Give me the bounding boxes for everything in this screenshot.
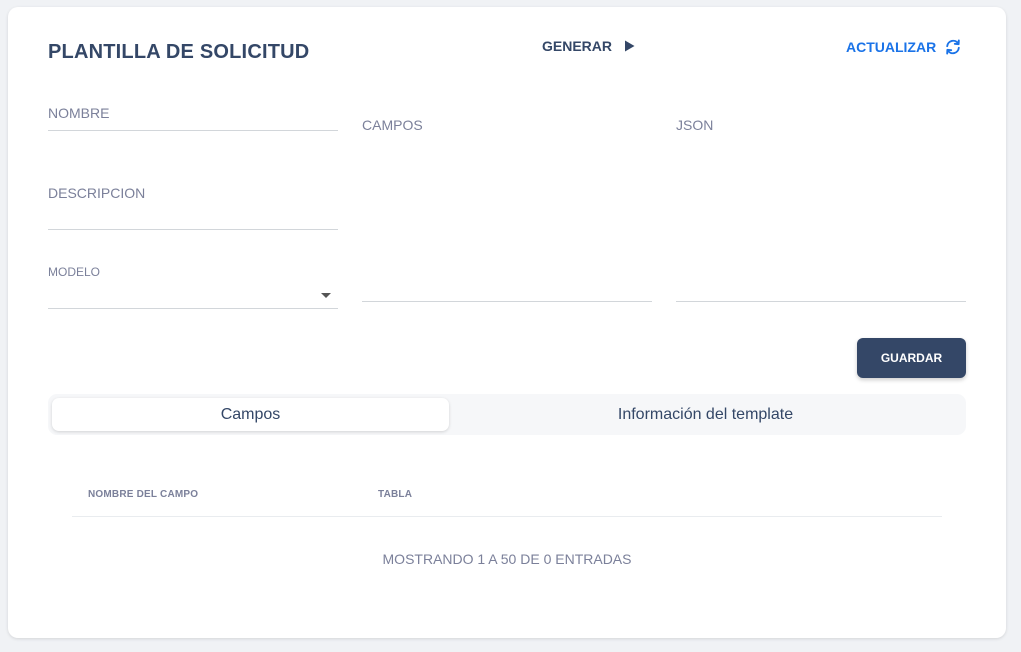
column-header-nombre-campo[interactable]: NOMBRE DEL CAMPO xyxy=(88,489,198,500)
play-icon xyxy=(625,40,635,52)
page-title: PLANTILLA DE SOLICITUD xyxy=(48,41,310,63)
tabs-bar: Campos Información del template xyxy=(48,394,966,435)
column-header-tabla[interactable]: TABLA xyxy=(378,489,412,500)
table-entries-info: MOSTRANDO 1 A 50 DE 0 ENTRADAS xyxy=(382,551,632,567)
descripcion-label: DESCRIPCION xyxy=(48,185,146,201)
actualizar-label: ACTUALIZAR xyxy=(846,39,937,55)
campos-textarea[interactable]: CAMPOS xyxy=(362,107,652,302)
generar-button[interactable]: GENERAR xyxy=(542,38,635,54)
refresh-icon xyxy=(946,39,960,55)
campos-label: CAMPOS xyxy=(362,117,423,133)
actualizar-button[interactable]: ACTUALIZAR xyxy=(846,38,962,56)
guardar-button[interactable]: GUARDAR xyxy=(857,338,966,378)
nombre-label: NOMBRE xyxy=(48,105,110,121)
table-divider xyxy=(72,516,942,517)
tab-informacion-template[interactable]: Información del template xyxy=(508,398,903,431)
modelo-label: MODELO xyxy=(48,265,101,279)
nombre-field[interactable]: NOMBRE xyxy=(48,97,338,131)
generar-label: GENERAR xyxy=(542,38,613,54)
json-textarea[interactable]: JSON xyxy=(676,107,966,302)
chevron-down-icon xyxy=(321,293,331,298)
json-label: JSON xyxy=(676,117,714,133)
descripcion-field[interactable]: DESCRIPCION xyxy=(48,177,338,230)
modelo-select[interactable]: MODELO xyxy=(48,257,338,309)
tab-campos[interactable]: Campos xyxy=(52,398,449,431)
template-card: PLANTILLA DE SOLICITUD GENERAR ACTUALIZA… xyxy=(8,7,1006,638)
